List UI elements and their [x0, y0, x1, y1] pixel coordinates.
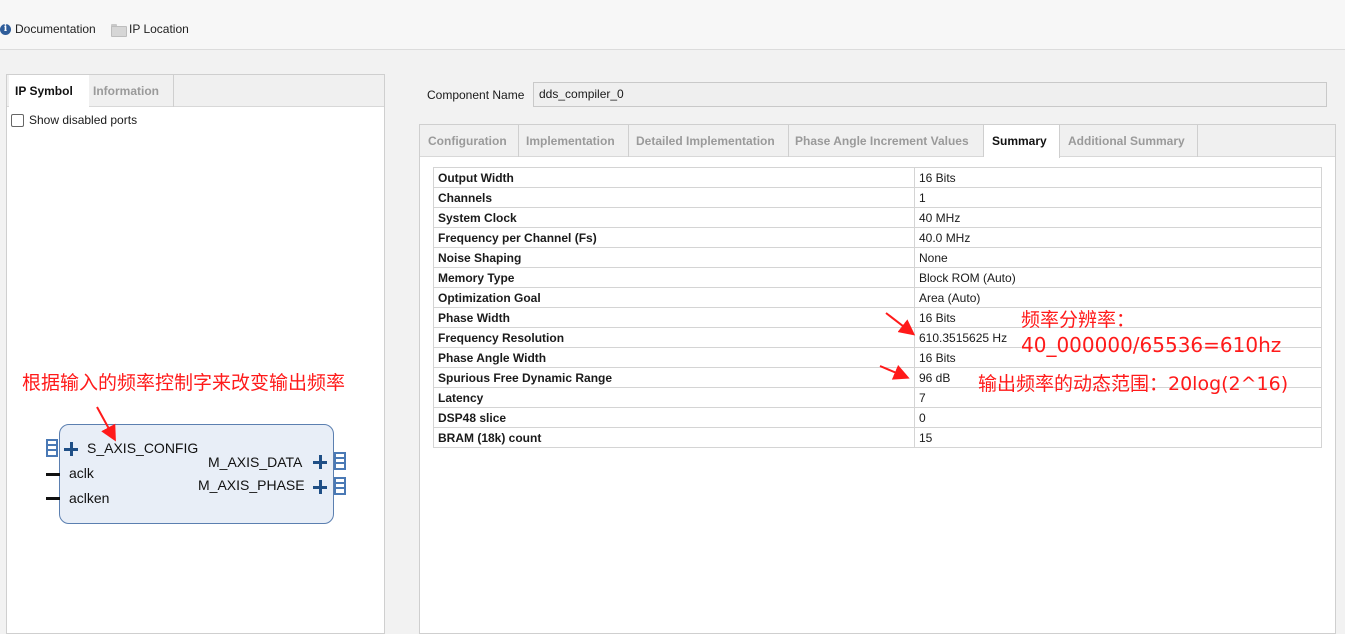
arrow-to-sfdr: [879, 364, 910, 380]
arrow-to-s-axis-config: [96, 406, 116, 442]
annotation-arrows: [96, 312, 916, 442]
arrow-to-frequency-resolution: [885, 312, 916, 336]
